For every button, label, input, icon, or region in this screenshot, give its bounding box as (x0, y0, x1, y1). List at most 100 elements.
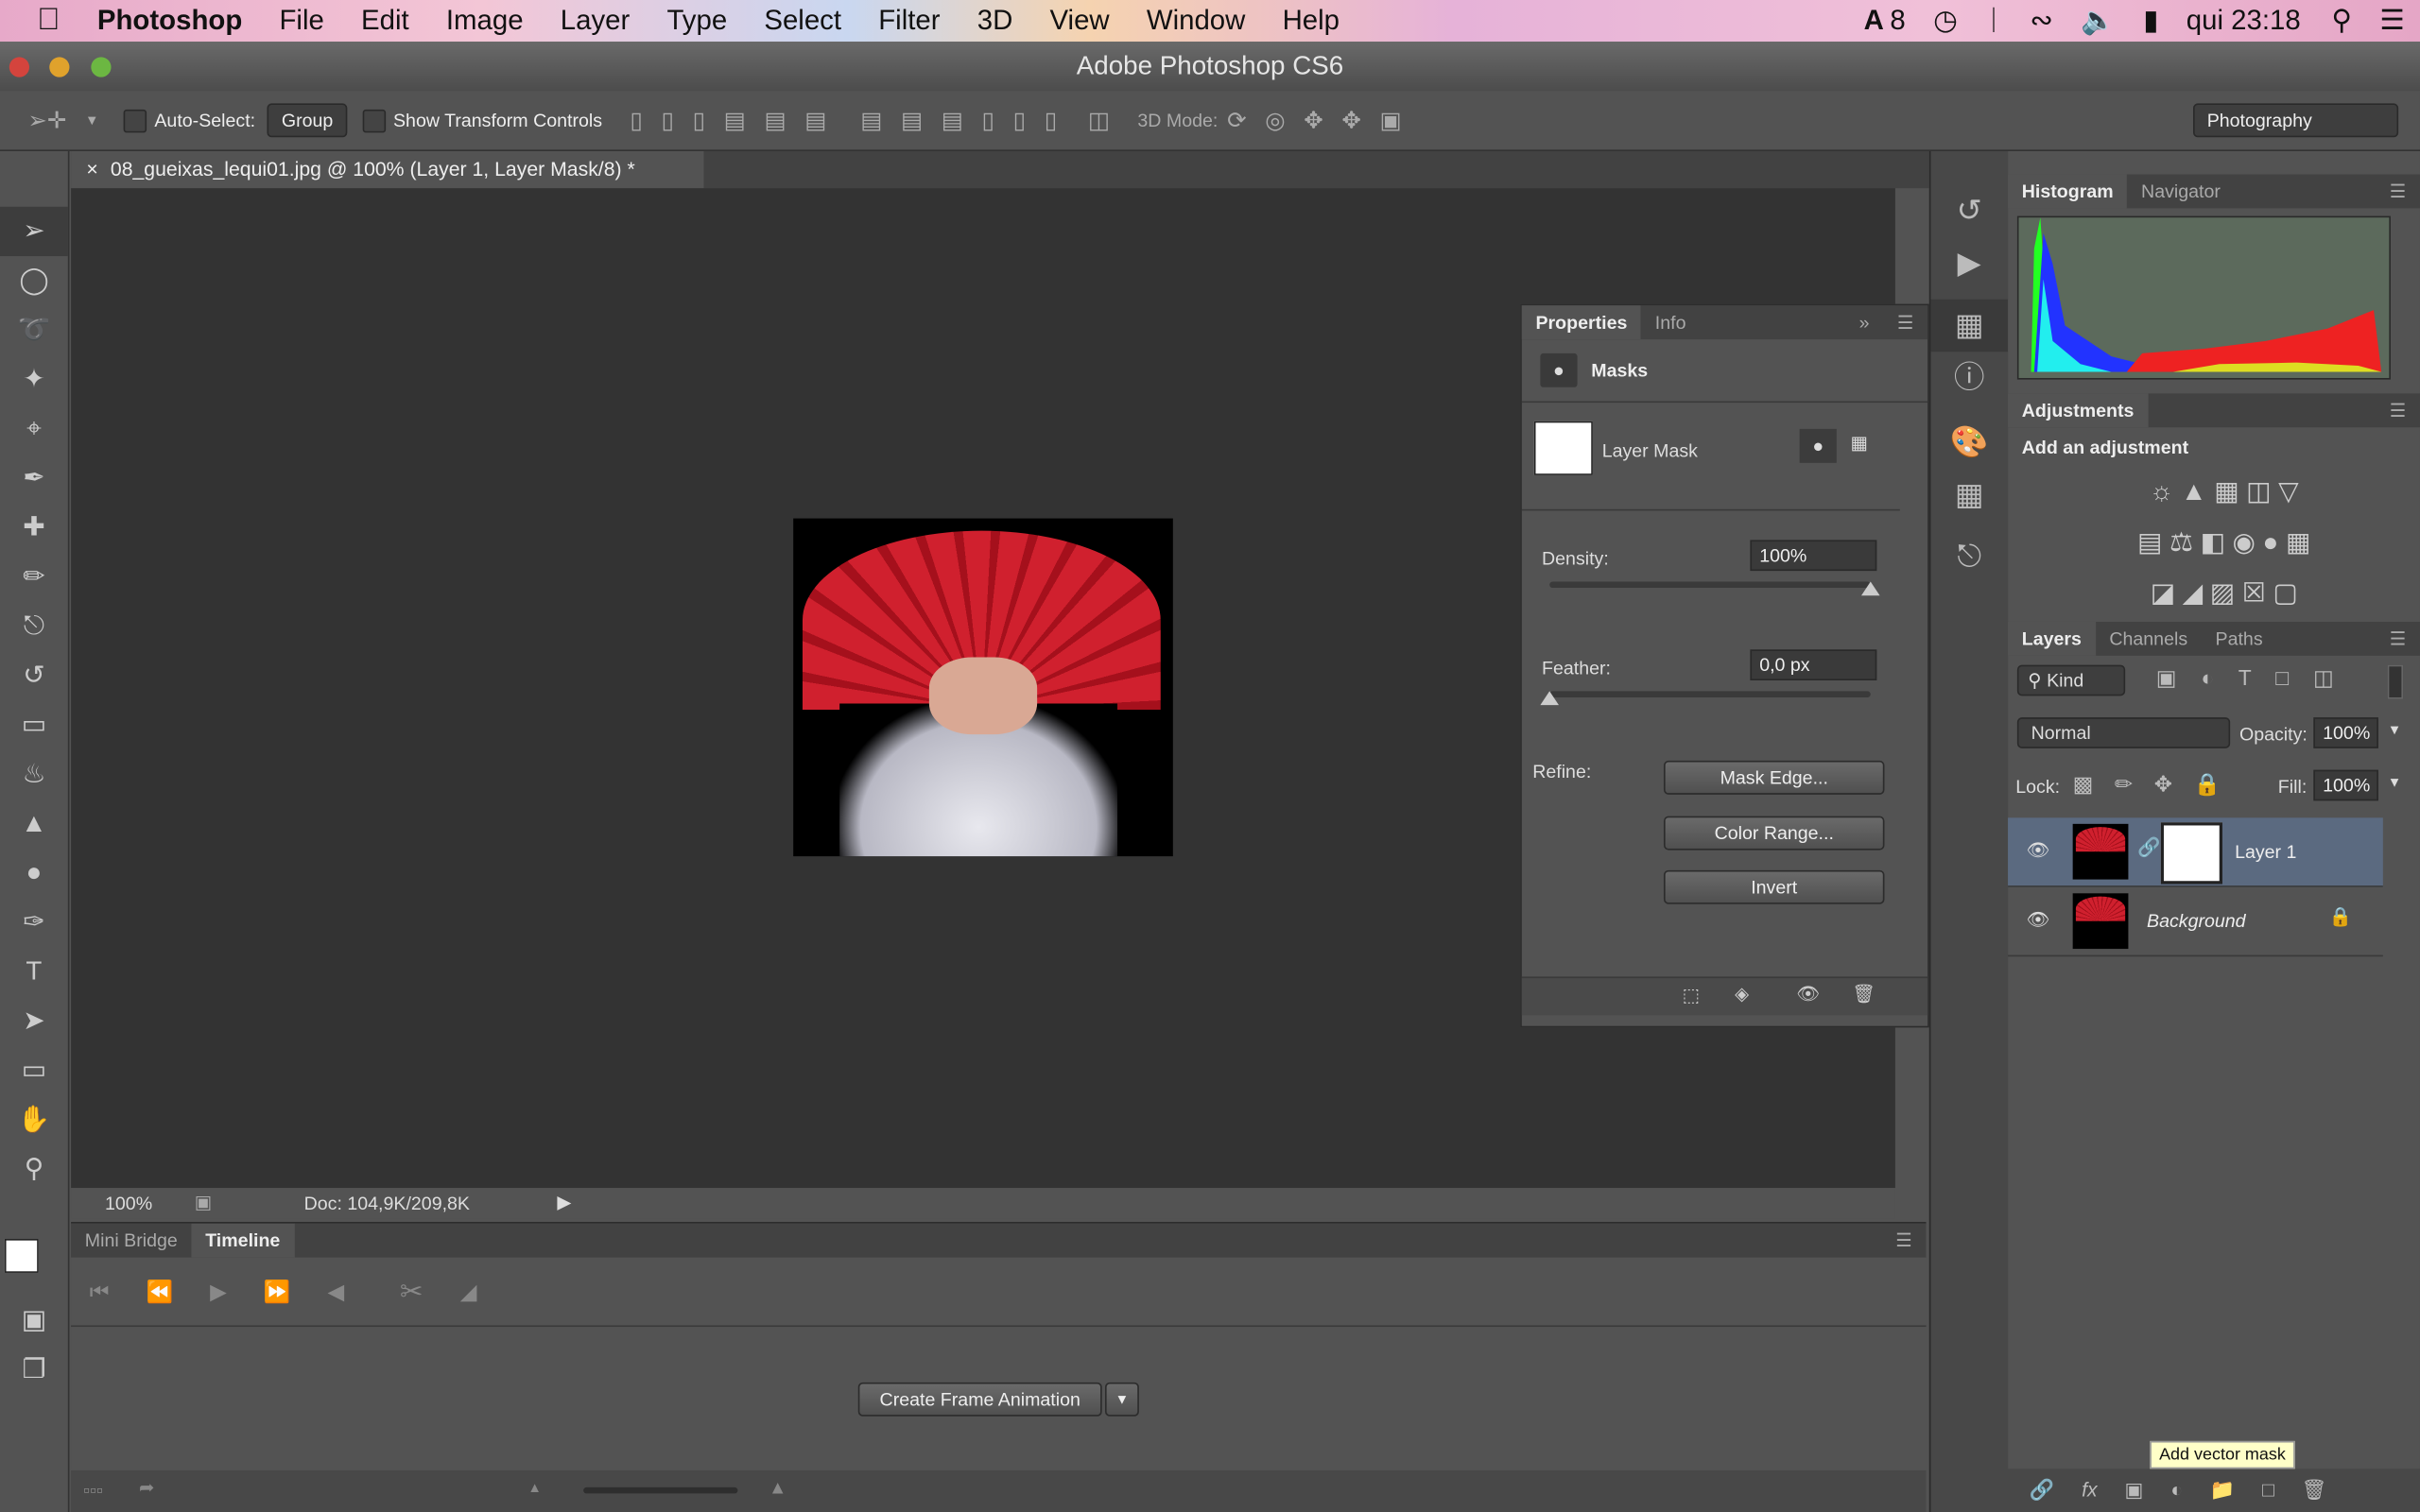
3d-roll-icon[interactable]: ◎ (1265, 107, 1285, 134)
menu-edit[interactable]: Edit (361, 5, 409, 37)
exposure-icon[interactable]: ◫ (2246, 476, 2271, 506)
tab-mini-bridge[interactable]: Mini Bridge (71, 1224, 191, 1258)
pen-tool-icon[interactable]: ✑ (0, 898, 68, 947)
actions-panel-icon[interactable]: ▶ (1930, 237, 2008, 290)
path-selection-tool-icon[interactable]: ➤ (0, 997, 68, 1046)
delete-layer-icon[interactable]: 🗑 (2302, 1478, 2327, 1501)
notification-icon[interactable]: ☰ (2379, 5, 2404, 37)
zoom-in-timeline-icon[interactable]: ▲ (769, 1476, 786, 1498)
paint-bucket-tool-icon[interactable]: ♨ (0, 749, 68, 799)
volume-icon[interactable]: 🔈 (2081, 5, 2116, 37)
collapse-panel-icon[interactable]: » (1845, 305, 1883, 339)
3d-slide-icon[interactable]: ✥ (1341, 107, 1361, 134)
clock[interactable]: qui 23:18 (2187, 5, 2301, 37)
fill-dropdown-icon[interactable]: ▼ (2388, 775, 2402, 790)
zoom-out-timeline-icon[interactable]: ▲ (527, 1480, 542, 1495)
magic-wand-tool-icon[interactable]: ✦ (0, 355, 68, 404)
align-top-icon[interactable]: ▯ (630, 107, 642, 134)
menu-file[interactable]: File (279, 5, 323, 37)
tab-navigator[interactable]: Navigator (2127, 174, 2234, 208)
mask-thumbnail[interactable] (1533, 421, 1593, 475)
apply-mask-icon[interactable]: ◈ (1735, 983, 1749, 1005)
distribute-top-icon[interactable]: ▤ (860, 107, 882, 134)
audio-icon[interactable]: ◀ (328, 1279, 345, 1305)
density-slider-thumb[interactable] (1860, 581, 1880, 596)
tab-layers[interactable]: Layers (2008, 621, 2096, 656)
wifi-icon[interactable]: ∾ (2030, 5, 2053, 37)
info-panel-icon[interactable]: ⓘ (1930, 352, 2008, 404)
frame-view-icon[interactable]: ▫▫▫ (83, 1480, 103, 1502)
close-window-button[interactable] (9, 57, 30, 77)
apple-icon[interactable]:  (37, 3, 60, 39)
swatches-panel-icon[interactable]: 🎨 (1930, 417, 2008, 470)
selective-color-icon[interactable]: ☒ (2242, 578, 2266, 608)
load-selection-icon[interactable]: ⬚ (1683, 985, 1701, 1006)
tab-channels[interactable]: Channels (2096, 622, 2202, 656)
menu-layer[interactable]: Layer (561, 5, 631, 37)
layer-row-layer-1[interactable]: 👁 🔗 Layer 1 (2008, 817, 2383, 887)
select-pixel-mask-icon[interactable]: ● (1799, 428, 1837, 463)
vibrance-icon[interactable]: ▽ (2278, 476, 2298, 506)
create-animation-dropdown[interactable]: ▼ (1104, 1382, 1139, 1417)
type-tool-icon[interactable]: T (0, 947, 68, 996)
tab-histogram[interactable]: Histogram (2008, 174, 2128, 209)
distribute-vcenter-icon[interactable]: ▤ (901, 107, 923, 134)
filter-type-icon[interactable]: T (2238, 665, 2252, 690)
feather-input[interactable]: 0,0 px (1750, 649, 1877, 680)
distribute-hcenter-icon[interactable]: ▯ (1013, 107, 1026, 134)
filter-adjustment-icon[interactable]: ◐ (2201, 665, 2214, 690)
create-frame-animation-button[interactable]: Create Frame Animation (857, 1382, 1102, 1417)
threshold-icon[interactable]: ▨ (2210, 578, 2235, 608)
first-frame-icon[interactable]: ⏮ (90, 1279, 110, 1305)
layer-mask-thumbnail[interactable] (2160, 822, 2223, 885)
distribute-bottom-icon[interactable]: ▤ (942, 107, 963, 134)
lock-pixels-icon[interactable]: ✏ (2115, 771, 2133, 796)
3d-drag-icon[interactable]: ✥ (1304, 107, 1323, 134)
channel-mixer-icon[interactable]: ● (2263, 527, 2279, 557)
convert-icon[interactable]: ➦ (139, 1476, 154, 1498)
hue-saturation-icon[interactable]: ▤ (2137, 527, 2162, 557)
feather-slider-thumb[interactable] (1540, 691, 1559, 706)
panel-menu-icon[interactable]: ☰ (2376, 393, 2420, 427)
time-machine-icon[interactable]: ◷ (1933, 5, 1958, 37)
new-group-icon[interactable]: 📁 (2210, 1478, 2235, 1501)
auto-select-dropdown[interactable]: Group (268, 103, 348, 138)
zoom-level[interactable]: 100% (105, 1193, 152, 1214)
menu-select[interactable]: Select (764, 5, 841, 37)
new-adjustment-layer-icon[interactable]: ◐ (2170, 1478, 2183, 1501)
align-left-icon[interactable]: ▤ (724, 107, 746, 134)
status-icon[interactable]: ▣ (195, 1191, 213, 1212)
posterize-icon[interactable]: ◢ (2183, 578, 2203, 608)
color-lookup-icon[interactable]: ▦ (2286, 527, 2310, 557)
link-layers-icon[interactable]: 🔗 (2030, 1478, 2054, 1501)
levels-icon[interactable]: ▲ (2181, 476, 2206, 506)
panel-menu-icon[interactable]: ☰ (1882, 1224, 1927, 1258)
battery-icon[interactable]: ▮ (2143, 5, 2158, 37)
menu-image[interactable]: Image (446, 5, 524, 37)
curves-icon[interactable]: ▦ (2214, 476, 2238, 506)
blend-mode-dropdown[interactable]: Normal (2016, 717, 2231, 748)
invert-adjustment-icon[interactable]: ◪ (2151, 578, 2175, 608)
tab-adjustments[interactable]: Adjustments (2008, 393, 2149, 428)
move-tool-icon[interactable]: ➢ (0, 206, 68, 257)
healing-brush-tool-icon[interactable]: ✚ (0, 503, 68, 552)
distribute-left-icon[interactable]: ▯ (982, 107, 994, 134)
panel-menu-icon[interactable]: ☰ (2376, 174, 2420, 208)
history-panel-icon[interactable]: ↺ (1930, 185, 2008, 238)
quick-mask-icon[interactable]: ▣ (0, 1296, 68, 1345)
document-tab[interactable]: × 08_gueixas_lequi01.jpg @ 100% (Layer 1,… (71, 150, 704, 189)
align-bottom-icon[interactable]: ▯ (693, 107, 705, 134)
black-white-icon[interactable]: ◧ (2201, 527, 2225, 557)
minimize-window-button[interactable] (49, 57, 70, 77)
marquee-tool-icon[interactable]: ◯ (0, 256, 68, 305)
screen-mode-icon[interactable]: ❐ (0, 1346, 68, 1395)
opacity-dropdown-icon[interactable]: ▼ (2388, 722, 2402, 737)
tab-properties[interactable]: Properties (1521, 305, 1642, 340)
filter-toggle[interactable] (2387, 664, 2404, 699)
transition-icon[interactable]: ◢ (460, 1279, 477, 1305)
auto-align-icon[interactable]: ◫ (1088, 107, 1110, 134)
mask-link-icon[interactable]: 🔗 (2137, 836, 2160, 858)
tab-paths[interactable]: Paths (2202, 622, 2276, 656)
foreground-color-swatch[interactable] (4, 1239, 39, 1273)
clone-source-panel-icon[interactable]: ⎋ (1930, 531, 2008, 584)
